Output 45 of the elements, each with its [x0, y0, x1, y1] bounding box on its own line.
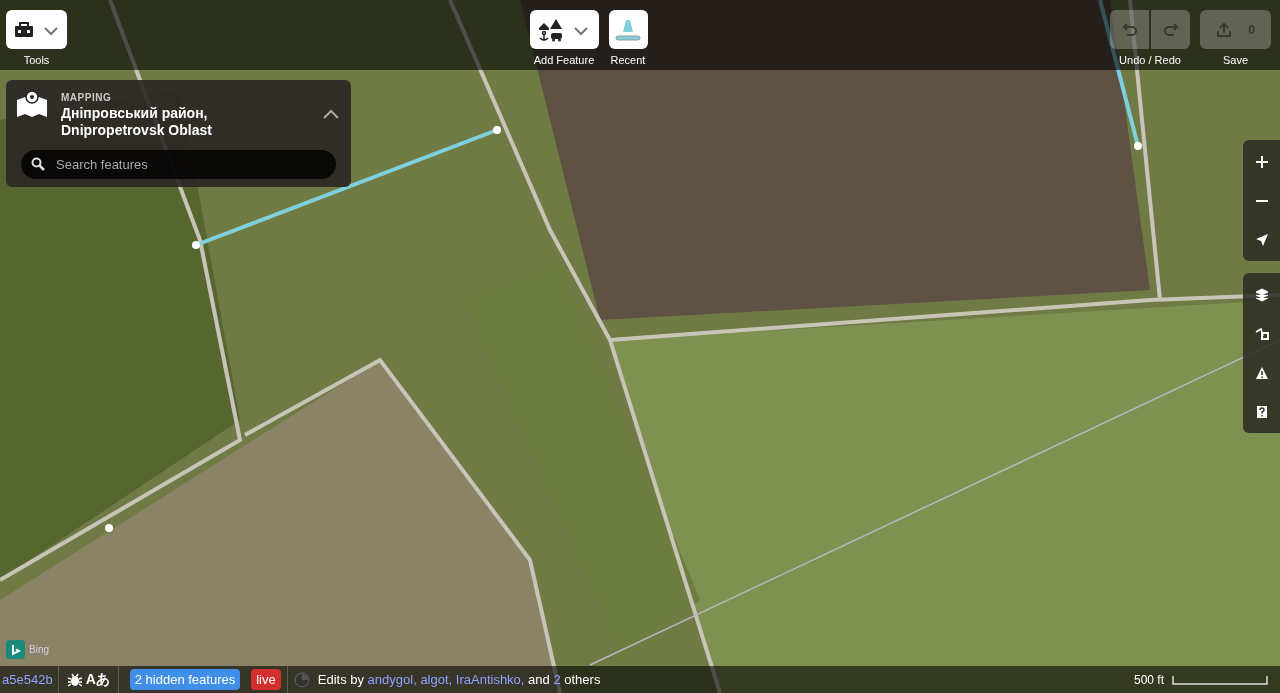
vertex-node[interactable]: [192, 241, 200, 249]
vertex-node[interactable]: [1134, 142, 1142, 150]
imagery-attribution: Bing: [29, 643, 49, 657]
contributors-text: Edits by andygol, algot, IraAntishko, and 2 others: [317, 670, 601, 689]
others-link[interactable]: 2: [553, 671, 561, 687]
toolbar-label: Recent: [610, 53, 646, 68]
scale-label: 500 ft: [1133, 671, 1164, 689]
search-icon: [31, 157, 45, 171]
toolbar-label: Tools: [23, 53, 50, 68]
plus-icon: [1254, 154, 1269, 169]
warning-icon: [1254, 365, 1269, 380]
recent-button[interactable]: [608, 10, 648, 49]
location-arrow-icon: [1254, 232, 1269, 247]
live-badge: live: [251, 668, 281, 691]
toolbox-icon: [13, 21, 34, 38]
imagery-logo-icon: [6, 640, 25, 659]
redo-icon: [1162, 21, 1179, 38]
vertex-line-icon: [1254, 326, 1269, 341]
toolbar-label: Undo / Redo: [1119, 53, 1181, 68]
vertex-node[interactable]: [493, 126, 501, 134]
toolbar-label: Add Feature: [533, 53, 595, 68]
tools-button[interactable]: [6, 10, 67, 49]
version-link[interactable]: a5e542b: [0, 669, 58, 690]
bug-icon: [66, 672, 83, 687]
add-feature-button[interactable]: [529, 10, 599, 49]
user-link[interactable]: algot,: [420, 671, 453, 687]
toolbar-label: Save: [1222, 53, 1249, 68]
undo-icon: [1121, 21, 1138, 38]
user-link[interactable]: andygol,: [367, 671, 417, 687]
upload-icon: [1216, 21, 1233, 38]
history-spinner-icon: [293, 671, 310, 688]
search-field[interactable]: Search features: [21, 150, 336, 179]
location-title: Дніпровський район, Dnipropetrovsk Oblast: [61, 105, 213, 139]
scale-bar-icon: [1172, 674, 1268, 685]
track-line[interactable]: [244, 357, 562, 693]
panel-heading: MAPPING: [61, 91, 113, 105]
vertex-node[interactable]: [105, 524, 113, 532]
caret-icon: [323, 109, 339, 119]
map-pin-icon: [16, 90, 48, 118]
minus-icon: [1254, 199, 1269, 202]
user-link[interactable]: IraAntishko,: [455, 671, 525, 687]
layers-icon: [1254, 287, 1269, 302]
feature-types-icon: [538, 17, 564, 42]
help-icon: [1254, 404, 1269, 419]
language-toggle[interactable]: Aあ: [85, 669, 110, 690]
